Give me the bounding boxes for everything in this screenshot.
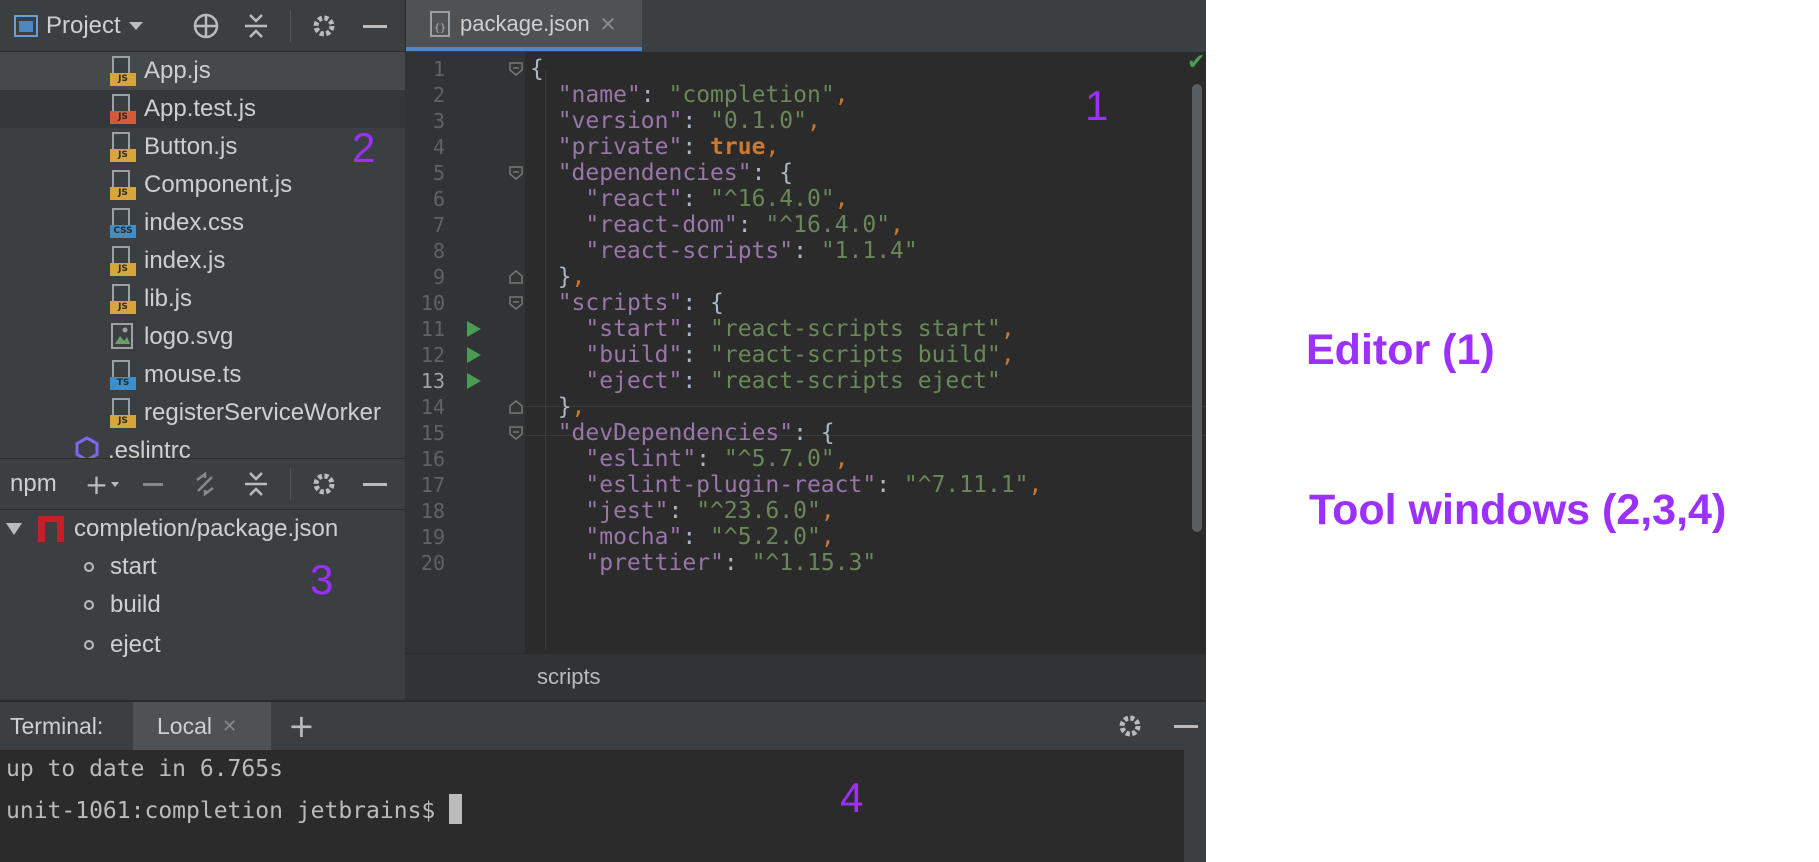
css-file-icon: CSS	[110, 208, 136, 238]
code-line: 20 "prettier": "^1.15.3"	[420, 550, 877, 576]
npm-package-node[interactable]: completion/package.json	[0, 510, 405, 548]
minimize-icon[interactable]	[360, 458, 390, 510]
gear-icon[interactable]	[1116, 712, 1144, 740]
minimize-icon[interactable]	[360, 0, 390, 52]
text-cursor	[449, 794, 463, 824]
collapse-all-icon[interactable]	[240, 458, 272, 510]
header-separator	[290, 10, 291, 42]
npm-script-eject[interactable]: eject	[0, 626, 405, 664]
annotation-4: 4	[840, 774, 864, 821]
run-script-icon[interactable]	[467, 373, 481, 389]
ts-file-icon: TS	[110, 360, 136, 390]
terminal-title: Terminal:	[10, 713, 104, 739]
terminal-prompt: unit-1061:completion jetbrains$	[6, 794, 463, 824]
fold-end-icon[interactable]	[509, 270, 523, 284]
tree-item-component-js[interactable]: JS Component.js	[0, 166, 405, 204]
tree-item-lib-js[interactable]: JS lib.js	[0, 280, 405, 318]
npm-package-icon	[38, 516, 64, 542]
tab-package-json[interactable]: {} package.json ✕	[406, 0, 642, 48]
gear-icon[interactable]	[308, 0, 340, 52]
editor-scrollbar[interactable]	[1192, 84, 1202, 532]
terminal-output[interactable]: up to date in 6.765s unit-1061:completio…	[0, 750, 1206, 862]
image-file-icon	[110, 322, 136, 352]
json-file-icon: {}	[430, 11, 450, 37]
tree-item-app-test-js[interactable]: JS App.test.js	[0, 90, 405, 128]
collapse-all-icon[interactable]	[240, 0, 272, 52]
tab-terminal-local[interactable]: Local ✕	[133, 702, 271, 750]
remove-icon[interactable]	[140, 458, 166, 510]
npm-toolwindow-header: npm +	[0, 458, 405, 510]
tree-item-register-service-worker[interactable]: JS registerServiceWorker	[0, 394, 405, 432]
tree-item-logo-svg[interactable]: logo.svg	[0, 318, 405, 356]
checkmark-icon: ✔	[1187, 52, 1206, 75]
terminal-line: up to date in 6.765s	[6, 756, 283, 782]
tree-item-index-js[interactable]: JS index.js	[0, 242, 405, 280]
ide-window: Project JS App.js JS App.test.js JS Butt…	[0, 0, 1206, 862]
close-icon[interactable]: ✕	[222, 716, 237, 737]
js-file-icon: JS	[110, 170, 136, 200]
annotation-3: 3	[310, 556, 334, 603]
run-script-icon[interactable]	[467, 321, 481, 337]
npm-scripts-tree: completion/package.json start build ejec…	[0, 510, 405, 700]
tree-item-index-css[interactable]: CSS index.css	[0, 204, 405, 242]
add-icon[interactable]: +	[82, 458, 122, 510]
project-window-icon	[14, 15, 38, 37]
fold-end-icon[interactable]	[509, 400, 523, 414]
gear-icon[interactable]	[308, 458, 340, 510]
js-file-icon: JS	[110, 132, 136, 162]
npm-title: npm	[10, 470, 57, 497]
svg-text:{}: {}	[434, 23, 446, 34]
project-toolwindow-header: Project	[0, 0, 405, 52]
run-script-icon[interactable]	[467, 347, 481, 363]
terminal-scrollbar[interactable]	[1184, 750, 1206, 862]
tree-item-app-js[interactable]: JS App.js	[0, 52, 405, 90]
js-file-icon: JS	[110, 284, 136, 314]
npm-script-build[interactable]: build	[0, 586, 405, 624]
fold-marker-icon[interactable]	[509, 166, 523, 180]
fold-marker-icon[interactable]	[509, 296, 523, 310]
minimize-icon[interactable]	[1174, 725, 1198, 728]
code-editor[interactable]: 1 { 2 "name": "completion", 3 "version":…	[405, 52, 1206, 653]
tree-item-mouse-ts[interactable]: TS mouse.ts	[0, 356, 405, 394]
eslint-hexagon-icon	[74, 436, 100, 458]
test-js-file-icon: JS	[110, 94, 136, 124]
annotation-1: 1	[1085, 82, 1109, 129]
bullet-icon	[84, 600, 94, 610]
tree-item-eslintrc[interactable]: .eslintrc	[0, 432, 405, 458]
editor-label: Editor (1)	[1306, 326, 1495, 374]
tool-windows-label: Tool windows (2,3,4)	[1309, 486, 1727, 534]
chevron-down-icon	[128, 22, 143, 30]
locate-crosshair-icon[interactable]	[190, 0, 222, 52]
bullet-icon	[84, 562, 94, 572]
expand-arrow-icon[interactable]	[6, 523, 22, 535]
project-view-selector[interactable]: Project	[14, 0, 143, 52]
fold-marker-icon[interactable]	[509, 62, 523, 76]
active-tab-indicator	[406, 47, 642, 51]
project-file-tree: JS App.js JS App.test.js JS Button.js JS…	[0, 52, 405, 458]
project-title: Project	[46, 12, 121, 39]
terminal-toolwindow-header: Terminal: Local ✕ +	[0, 700, 1206, 750]
editor-breadcrumb: scripts	[405, 653, 1206, 700]
js-file-icon: JS	[110, 56, 136, 86]
fold-marker-icon[interactable]	[509, 426, 523, 440]
annotation-2: 2	[352, 124, 376, 171]
npm-script-start[interactable]: start	[0, 548, 405, 586]
breadcrumb-item[interactable]: scripts	[537, 664, 601, 690]
js-file-icon: JS	[110, 246, 136, 276]
bullet-icon	[84, 640, 94, 650]
editor-tab-bar: {} package.json ✕	[405, 0, 1206, 52]
header-separator	[290, 468, 291, 500]
tree-item-button-js[interactable]: JS Button.js	[0, 128, 405, 166]
close-icon[interactable]: ✕	[600, 12, 617, 36]
js-file-icon: JS	[110, 398, 136, 428]
sync-icon[interactable]	[190, 458, 220, 510]
new-tab-plus-icon[interactable]: +	[288, 707, 315, 745]
